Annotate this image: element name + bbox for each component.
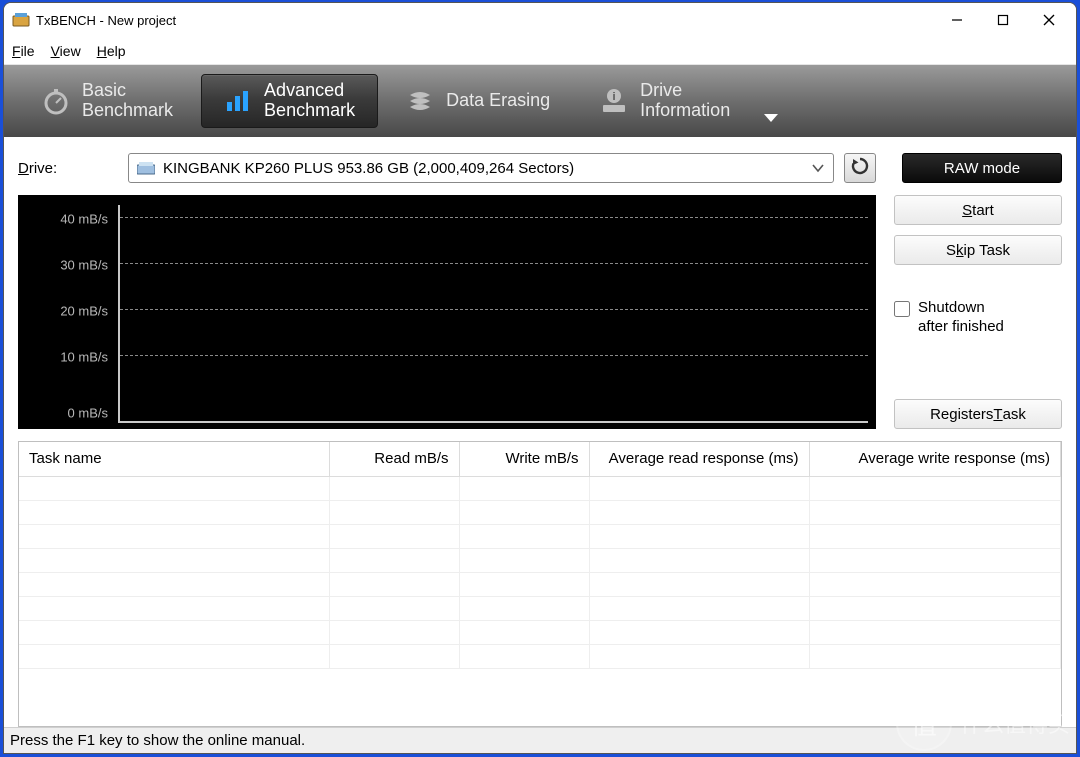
bar-chart-icon: [224, 87, 252, 115]
drive-row: Drive: KINGBANK KP260 PLUS 953.86 GB (2,…: [18, 151, 1062, 185]
side-controls: Start Skip Task Shutdown after finished …: [894, 195, 1062, 429]
chart-plot-area: [118, 205, 868, 423]
titlebar: TxBENCH - New project: [4, 3, 1076, 37]
col-avg-read-resp[interactable]: Average read response (ms): [589, 442, 809, 476]
drive-info-icon: i: [600, 87, 628, 115]
shutdown-checkbox-row[interactable]: Shutdown after finished: [894, 299, 1062, 337]
table-row: [19, 620, 1061, 644]
table-row: [19, 524, 1061, 548]
application-window: TxBENCH - New project File View Help Bas…: [3, 2, 1077, 754]
y-tick: 10 mB/s: [60, 350, 108, 365]
y-tick: 40 mB/s: [60, 212, 108, 227]
svg-text:i: i: [613, 91, 616, 103]
tab-label: Drive Information: [640, 81, 730, 121]
close-button[interactable]: [1026, 5, 1072, 35]
tab-advanced-benchmark[interactable]: Advanced Benchmark: [201, 74, 378, 128]
col-write[interactable]: Write mB/s: [459, 442, 589, 476]
drive-select[interactable]: KINGBANK KP260 PLUS 953.86 GB (2,000,409…: [128, 153, 834, 183]
col-task-name[interactable]: Task name: [19, 442, 329, 476]
tab-label: Data Erasing: [446, 91, 550, 111]
table-header-row: Task name Read mB/s Write mB/s Average r…: [19, 442, 1061, 476]
throughput-chart: 40 mB/s 30 mB/s 20 mB/s 10 mB/s 0 mB/s: [18, 195, 876, 429]
content-area: Drive: KINGBANK KP260 PLUS 953.86 GB (2,…: [4, 137, 1076, 727]
start-button[interactable]: Start: [894, 195, 1062, 225]
minimize-button[interactable]: [934, 5, 980, 35]
menu-help[interactable]: Help: [97, 43, 126, 59]
app-icon: [12, 11, 30, 29]
table-row: [19, 596, 1061, 620]
tab-basic-benchmark[interactable]: Basic Benchmark: [20, 74, 195, 128]
window-title: TxBENCH - New project: [36, 13, 934, 28]
raw-mode-label: RAW mode: [944, 160, 1020, 177]
status-text: Press the F1 key to show the online manu…: [10, 732, 305, 749]
col-avg-write-resp[interactable]: Average write response (ms): [809, 442, 1061, 476]
menu-file[interactable]: File: [12, 43, 35, 59]
toolbar: Basic Benchmark Advanced Benchmark Data …: [4, 65, 1076, 137]
tab-drive-information[interactable]: i Drive Information: [578, 74, 752, 128]
table-row: [19, 476, 1061, 500]
y-tick: 20 mB/s: [60, 304, 108, 319]
skip-task-button[interactable]: Skip Task: [894, 235, 1062, 265]
shutdown-label: Shutdown after finished: [918, 299, 1004, 337]
status-bar: Press the F1 key to show the online manu…: [4, 727, 1076, 753]
stopwatch-icon: [42, 87, 70, 115]
erase-icon: [406, 87, 434, 115]
tab-data-erasing[interactable]: Data Erasing: [384, 74, 572, 128]
refresh-button[interactable]: [844, 153, 876, 183]
tab-label: Basic Benchmark: [82, 81, 173, 121]
toolbar-overflow-icon[interactable]: [762, 111, 780, 129]
drive-label: Drive:: [18, 160, 118, 177]
y-tick: 0 mB/s: [68, 406, 108, 421]
tab-label: Advanced Benchmark: [264, 81, 355, 121]
registers-task-button[interactable]: Registers Task: [894, 399, 1062, 429]
disk-icon: [137, 161, 155, 175]
shutdown-checkbox[interactable]: [894, 301, 910, 317]
refresh-icon: [850, 156, 870, 181]
table-row: [19, 644, 1061, 668]
table-row: [19, 500, 1061, 524]
col-read[interactable]: Read mB/s: [329, 442, 459, 476]
table-row: [19, 548, 1061, 572]
chevron-down-icon: [811, 160, 825, 177]
drive-selected-text: KINGBANK KP260 PLUS 953.86 GB (2,000,409…: [163, 160, 797, 177]
raw-mode-button[interactable]: RAW mode: [902, 153, 1062, 183]
table-row: [19, 572, 1061, 596]
menubar: File View Help: [4, 37, 1076, 65]
menu-view[interactable]: View: [51, 43, 81, 59]
results-table: Task name Read mB/s Write mB/s Average r…: [18, 441, 1062, 727]
maximize-button[interactable]: [980, 5, 1026, 35]
y-tick: 30 mB/s: [60, 258, 108, 273]
